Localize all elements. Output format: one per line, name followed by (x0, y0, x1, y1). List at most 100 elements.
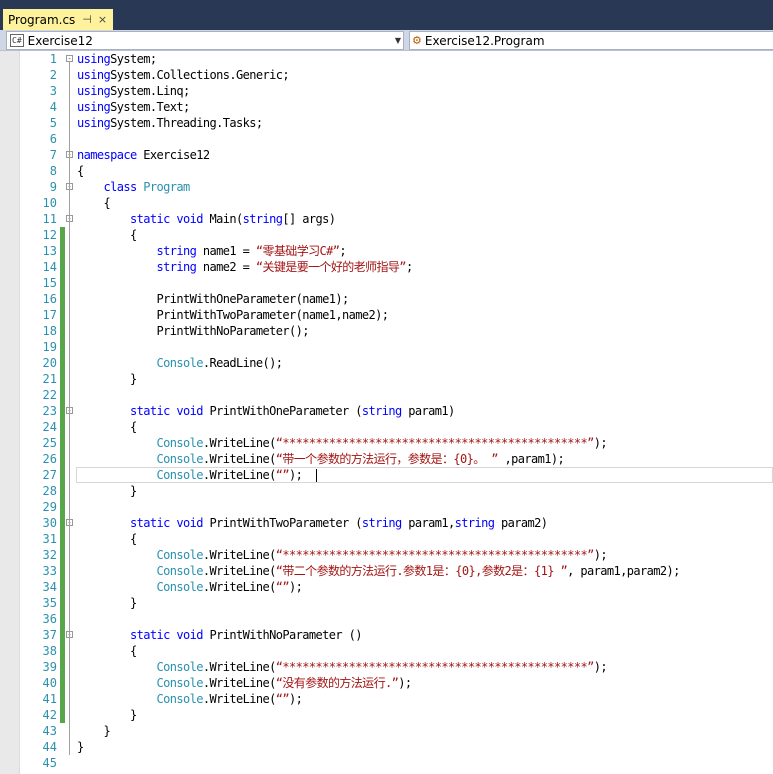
code-line[interactable]: 7-namespace Exercise12 (0, 147, 773, 163)
code-line[interactable]: 8{ (0, 163, 773, 179)
code-line[interactable]: 40 Console.WriteLine(“没有参数的方法运行.”); (0, 675, 773, 691)
code-line[interactable]: 15 (0, 275, 773, 291)
code-line[interactable]: 13 string name1 = “零基础学习C#”; (0, 243, 773, 259)
change-marker (60, 643, 65, 659)
code-line[interactable]: 39 Console.WriteLine(“******************… (0, 659, 773, 675)
code-line[interactable]: 26 Console.WriteLine(“带一个参数的方法运行，参数是：{0}… (0, 451, 773, 467)
code-token: “零基础学习C#” (255, 244, 340, 258)
code-line[interactable]: 12 { (0, 227, 773, 243)
close-icon[interactable]: × (98, 13, 107, 26)
code-line[interactable]: 38 { (0, 643, 773, 659)
code-line[interactable]: 2 usingSystem.Collections.Generic; (0, 67, 773, 83)
code-line[interactable]: 41 Console.WriteLine(“”); (0, 691, 773, 707)
code-line[interactable]: 42 } (0, 707, 773, 723)
code-editor[interactable]: 1- usingSystem; 2 usingSystem.Collections.G… (0, 51, 773, 774)
code-token: name2 = (196, 260, 256, 274)
code-token: param2) (494, 516, 548, 530)
code-line[interactable]: 35 } (0, 595, 773, 611)
code-token: .WriteLine( (202, 436, 276, 450)
code-line[interactable]: 3 usingSystem.Linq; (0, 83, 773, 99)
code-line[interactable]: 36 (0, 611, 773, 627)
code-line[interactable]: 29 (0, 499, 773, 515)
outline-guide-line (69, 62, 70, 755)
collapse-icon[interactable]: - (66, 55, 73, 63)
code-token: ); (593, 548, 608, 562)
code-line[interactable]: 16 PrintWithOneParameter(name1); (0, 291, 773, 307)
code-token: ); (289, 580, 303, 594)
code-line[interactable]: 28 } (0, 483, 773, 499)
line-number: 36 (42, 612, 57, 626)
code-line[interactable]: 1 - usingSystem; (0, 51, 773, 67)
code-line[interactable]: 10 { (0, 195, 773, 211)
code-token: } (77, 724, 111, 738)
code-line[interactable]: 19 (0, 339, 773, 355)
code-text: PrintWithOneParameter(name1); (77, 291, 349, 307)
change-marker (60, 419, 65, 435)
line-number: 13 (42, 244, 57, 258)
code-token: “没有参数的方法运行.” (275, 676, 399, 690)
code-text: Console.WriteLine(“*********************… (77, 659, 608, 675)
code-line[interactable]: 23- static void PrintWithOneParameter (s… (0, 403, 773, 419)
line-number: 11 (42, 212, 57, 226)
code-token: System.Threading.Tasks; (110, 116, 263, 130)
code-text: } (77, 739, 84, 755)
type-dropdown[interactable]: ⚙ Exercise12.Program (409, 31, 773, 50)
code-line[interactable]: 20 Console.ReadLine(); (0, 355, 773, 371)
line-number: 8 (49, 164, 57, 178)
code-line[interactable]: 4 usingSystem.Text; (0, 99, 773, 115)
line-number: 42 (42, 708, 57, 722)
code-token: .WriteLine( (202, 660, 276, 674)
code-line[interactable]: 22 (0, 387, 773, 403)
code-text: PrintWithNoParameter(); (77, 323, 309, 339)
line-number: 45 (42, 756, 57, 770)
line-number: 39 (42, 660, 57, 674)
code-token: static (130, 628, 170, 642)
code-text: } (77, 371, 137, 387)
code-token: .WriteLine( (202, 452, 276, 466)
code-token: param1, (401, 516, 455, 530)
code-token: “” (275, 580, 290, 594)
code-token: “***************************************… (275, 548, 595, 562)
tab-program-cs[interactable]: Program.cs ⊣ × (3, 9, 114, 30)
pin-icon[interactable]: ⊣ (82, 13, 92, 26)
code-line[interactable]: 33 Console.WriteLine(“带二个参数的方法运行.参数1是：{0… (0, 563, 773, 579)
code-line[interactable]: 32 Console.WriteLine(“******************… (0, 547, 773, 563)
change-marker (60, 259, 65, 275)
code-text: namespace Exercise12 (77, 147, 210, 163)
code-line[interactable]: 21 } (0, 371, 773, 387)
code-line[interactable]: 24 { (0, 419, 773, 435)
code-line[interactable]: 9- class Program (0, 179, 773, 195)
line-number: 4 (49, 100, 57, 114)
code-line[interactable]: 25 Console.WriteLine(“******************… (0, 435, 773, 451)
code-line[interactable]: 5 usingSystem.Threading.Tasks; (0, 115, 773, 131)
change-marker (60, 371, 65, 387)
change-marker (60, 707, 65, 723)
code-line[interactable]: 14 string name2 = “关键是要一个好的老师指导”; (0, 259, 773, 275)
code-line[interactable]: 31 { (0, 531, 773, 547)
code-line[interactable]: 43 } (0, 723, 773, 739)
line-number: 35 (42, 596, 57, 610)
code-line[interactable]: 45 (0, 755, 773, 771)
line-number: 43 (42, 724, 57, 738)
code-line[interactable]: 37- static void PrintWithNoParameter () (0, 627, 773, 643)
code-line[interactable]: 44} (0, 739, 773, 755)
code-token: { (77, 420, 137, 434)
code-line[interactable]: 30- static void PrintWithTwoParameter (s… (0, 515, 773, 531)
line-number: 30 (42, 516, 57, 530)
code-token: Console (156, 436, 204, 450)
code-line[interactable]: 11- static void Main(string[] args) (0, 211, 773, 227)
code-token: ); (398, 676, 412, 690)
code-text: Console.WriteLine(“没有参数的方法运行.”); (77, 675, 413, 691)
code-text: Console.WriteLine(“*********************… (77, 435, 608, 451)
project-dropdown[interactable]: C# Exercise12 ▼ (6, 31, 404, 50)
code-text: usingSystem.Text; (77, 99, 190, 115)
code-line[interactable]: 17 PrintWithTwoParameter(name1,name2); (0, 307, 773, 323)
line-number: 3 (49, 84, 57, 98)
code-line[interactable]: 6 (0, 131, 773, 147)
code-text: { (77, 163, 84, 179)
code-line[interactable]: 18 PrintWithNoParameter(); (0, 323, 773, 339)
code-line[interactable]: 34 Console.WriteLine(“”); (0, 579, 773, 595)
code-text: string name2 = “关键是要一个好的老师指导”; (77, 259, 414, 275)
